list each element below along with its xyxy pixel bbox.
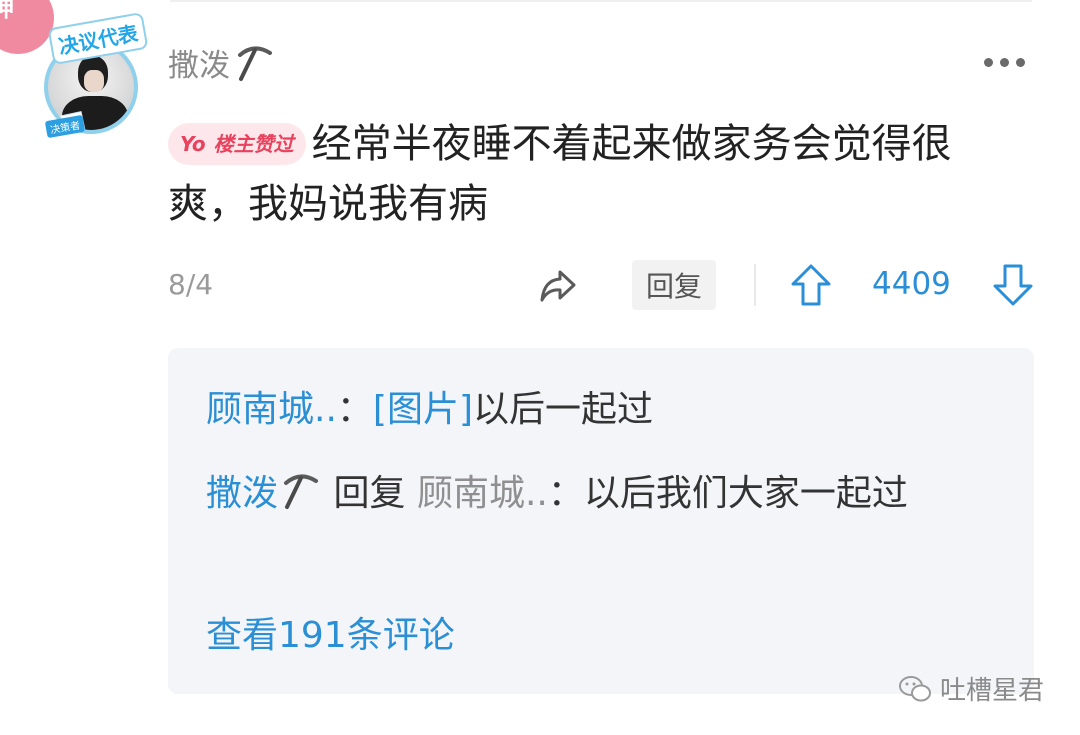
pickaxe-icon xyxy=(284,474,319,509)
more-icon-dot xyxy=(1000,57,1009,67)
watermark-text: 吐槽星君 xyxy=(940,676,1045,706)
comment-action-bar: 8/4 回复 4409 xyxy=(168,258,1038,314)
reply-preview-box[interactable]: 顾南城..：[图片]以后一起过 撒泼 回复 顾南城..：以后我们大家一起过 查看… xyxy=(168,348,1034,694)
reply-word: 回复 xyxy=(333,473,406,514)
comment-username[interactable]: 撒泼 xyxy=(168,40,276,85)
op-badge-text: 楼主赞过 xyxy=(213,132,294,156)
reply-button[interactable]: 回复 xyxy=(632,260,716,310)
downvote-icon[interactable] xyxy=(990,262,1036,308)
reply-item[interactable]: 撒泼 回复 顾南城..：以后我们大家一起过 xyxy=(206,462,996,526)
comment-page: 神 决议代表 决策者 撒泼 Yo 楼主赞过 经常半夜睡不着起来做家务会觉得很爽，… xyxy=(0,0,1080,735)
share-icon[interactable] xyxy=(536,264,580,308)
reply-text: 以后我们大家一起过 xyxy=(583,473,908,514)
upvote-icon[interactable] xyxy=(788,262,834,308)
view-all-replies-link[interactable]: 查看191条评论 xyxy=(206,604,455,668)
reply-image-tag[interactable]: [图片] xyxy=(373,389,473,430)
more-icon xyxy=(984,57,993,67)
avatar-frame-title: 决议代表 xyxy=(47,11,149,66)
watermark: 吐槽星君 xyxy=(898,670,1044,707)
op-badge-yo: Yo xyxy=(180,132,206,156)
reply-author[interactable]: 撒泼 xyxy=(206,473,278,514)
top-divider xyxy=(170,0,1032,2)
pickaxe-icon xyxy=(238,46,272,81)
wechat-icon xyxy=(899,675,931,701)
comment-body: Yo 楼主赞过 经常半夜睡不着起来做家务会觉得很爽，我妈说我有病 xyxy=(168,114,1018,234)
reply-text: 以后一起过 xyxy=(473,389,654,430)
username-text: 撒泼 xyxy=(168,48,230,84)
reply-target[interactable]: 顾南城.. xyxy=(417,473,548,514)
more-options-button[interactable] xyxy=(984,50,1032,74)
reply-item[interactable]: 顾南城..：[图片]以后一起过 xyxy=(206,378,996,442)
reply-separator: ： xyxy=(336,389,373,430)
avatar[interactable]: 决议代表 决策者 xyxy=(40,11,149,140)
avatar-frame-tag: 决策者 xyxy=(44,114,86,139)
vote-count: 4409 xyxy=(872,266,951,302)
avatar-face-shape xyxy=(84,70,104,92)
op-liked-badge: Yo 楼主赞过 xyxy=(168,123,306,165)
comment-date: 8/4 xyxy=(168,268,214,301)
reply-author[interactable]: 顾南城.. xyxy=(206,389,337,430)
more-icon-dot xyxy=(1016,57,1025,67)
reply-separator: ： xyxy=(547,473,584,514)
god-badge-text: 神 xyxy=(0,0,14,22)
action-divider xyxy=(754,264,756,306)
